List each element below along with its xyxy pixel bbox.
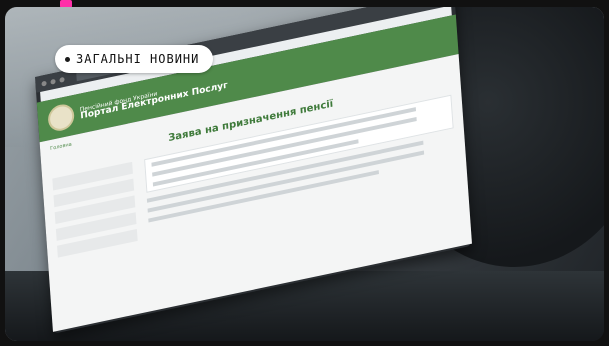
category-label-text: ЗАГАЛЬНІ НОВИНИ [76, 52, 200, 66]
image-frame: Пенсійний фонд України Портал Електронни… [0, 0, 609, 346]
window-dot-icon [41, 80, 47, 87]
bullet-icon [65, 56, 70, 62]
window-dot-icon [50, 78, 56, 85]
pension-fund-seal-icon [47, 102, 76, 134]
sidebar [52, 161, 138, 263]
category-label: ЗАГАЛЬНІ НОВИНИ [55, 45, 214, 73]
window-dot-icon [59, 76, 65, 83]
photo: Пенсійний фонд України Портал Електронни… [5, 7, 604, 341]
